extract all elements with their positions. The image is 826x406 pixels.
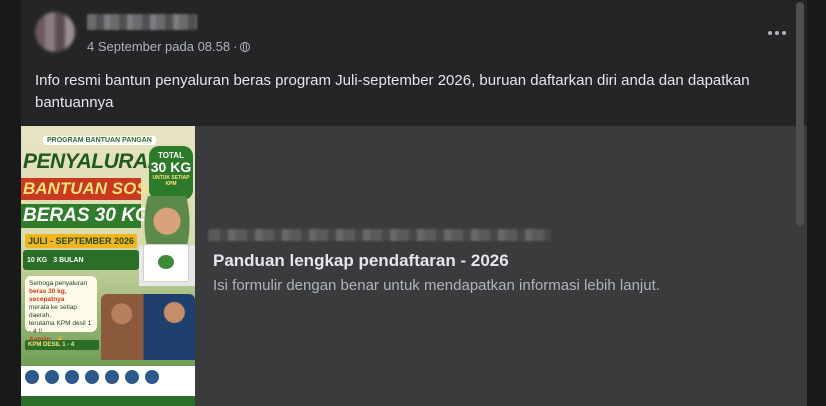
thumb-total-badge: TOTAL 30 KG UNTUK SETIAP KPM (149, 146, 193, 200)
thumb-logo-row (25, 370, 159, 384)
globe-icon[interactable] (240, 41, 251, 52)
dot (768, 31, 772, 35)
thumb-rice-bag (143, 244, 189, 282)
dot (775, 31, 779, 35)
thumb-period: JULI - SEPTEMBER 2026 (25, 234, 137, 248)
more-options-icon[interactable] (763, 26, 791, 40)
post-header: 4 September pada 08.58 · (35, 12, 795, 54)
logo-icon (25, 370, 39, 384)
avatar[interactable] (35, 12, 75, 52)
thumb-speech-bubble: Semoga penyaluran beras 30 kg, secepatny… (25, 276, 97, 343)
logo-icon (85, 370, 99, 384)
link-description: Isi formulir dengan benar untuk mendapat… (213, 277, 660, 294)
thumb-bubble-line: terutama KPM desil 1 - 4 !! (29, 320, 92, 335)
thumb-footer-logos (21, 366, 195, 406)
thumb-bubble-line: Semoga penyaluran (29, 280, 88, 287)
logo-icon (145, 370, 159, 384)
thumb-per-month: 10 KG (27, 256, 48, 264)
logo-icon (45, 370, 59, 384)
thumb-men-figures (101, 294, 195, 360)
link-domain-redacted (208, 229, 551, 241)
thumb-headline-2: BANTUAN SOSIAL (21, 178, 176, 200)
author-name-redacted[interactable] (87, 14, 197, 30)
thumb-footer-bar (21, 396, 195, 406)
logo-icon (125, 370, 139, 384)
thumb-kpm: KPM DESIL 1 - 4 (25, 340, 99, 350)
logo-icon (105, 370, 119, 384)
post-timestamp[interactable]: 4 September pada 08.58 (87, 39, 230, 54)
thumb-bubble-line: merata ke setiap daerah, (29, 304, 78, 319)
logo-icon (65, 370, 79, 384)
post-card: 4 September pada 08.58 · Info resmi bantu… (21, 0, 807, 406)
dot (782, 31, 786, 35)
thumbnail-artwork: PROGRAM BANTUAN PANGAN PENYALURAN BANTUA… (21, 126, 195, 406)
link-thumbnail[interactable]: PROGRAM BANTUAN PANGAN PENYALURAN BANTUA… (21, 126, 195, 406)
post-text: Info resmi bantun penyaluran beras progr… (35, 72, 750, 111)
thumb-bubble-line: beras 30 kg, secepatnya (29, 288, 67, 303)
link-preview[interactable]: PROGRAM BANTUAN PANGAN PENYALURAN BANTUA… (21, 126, 807, 406)
thumb-info-bar: 10 KG 3 BULAN (23, 250, 139, 270)
link-title[interactable]: Panduan lengkap pendaftaran - 2026 (213, 251, 509, 271)
scrollbar-thumb[interactable] (796, 2, 804, 226)
thumb-program-label: PROGRAM BANTUAN PANGAN (43, 136, 156, 145)
thumb-total-value: 30 KG (150, 159, 192, 175)
thumb-months: 3 BULAN (53, 256, 84, 264)
meta-separator: · (233, 39, 238, 54)
thumb-headline-3: BERAS 30 KG (21, 204, 150, 228)
post-meta: 4 September pada 08.58 · (87, 39, 251, 54)
thumb-total-sub: UNTUK SETIAP KPM (152, 175, 190, 187)
thumb-headline-1: PENYALURAN (23, 150, 163, 173)
